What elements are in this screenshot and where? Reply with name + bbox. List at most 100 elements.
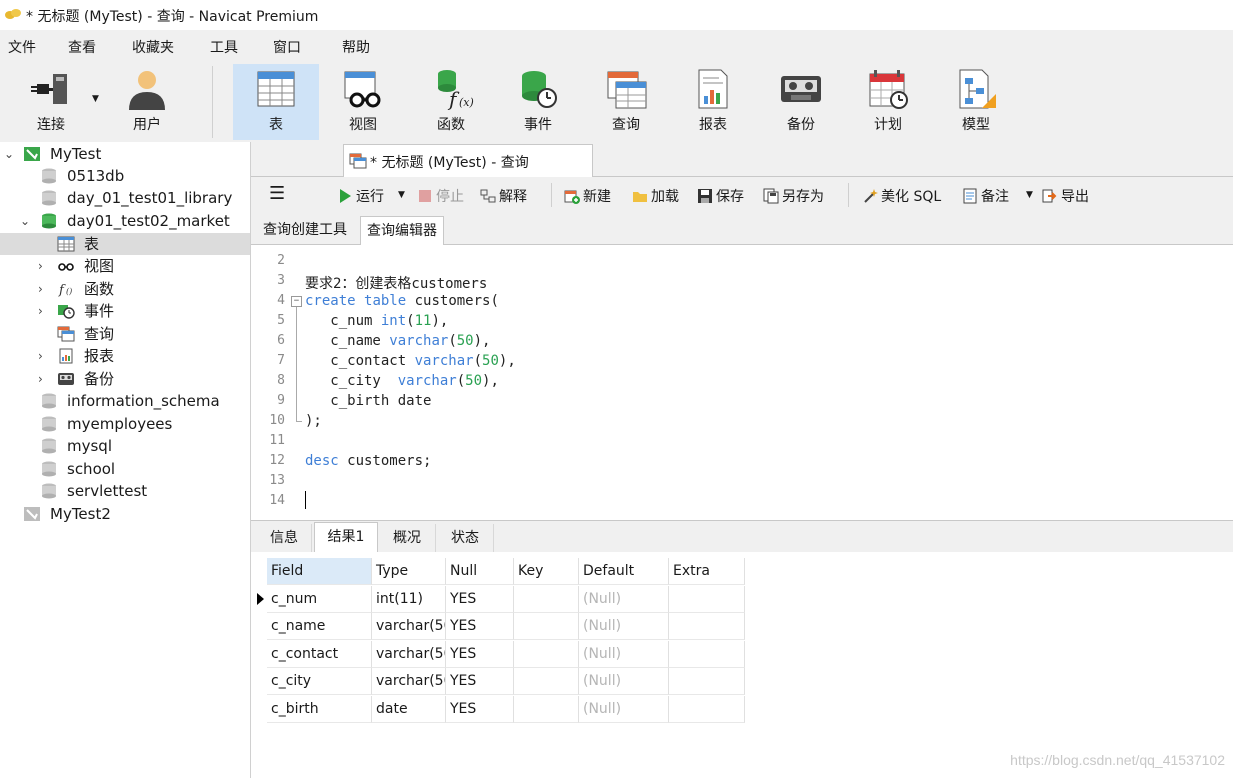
export-button[interactable]: 导出 — [1042, 186, 1089, 206]
view-button[interactable]: 视图 — [320, 64, 406, 140]
comment-button[interactable]: 备注 — [962, 186, 1009, 206]
tab-profile[interactable]: 概况 — [379, 524, 436, 552]
menu-help[interactable]: 帮助 — [342, 37, 370, 57]
menu-view[interactable]: 查看 — [68, 37, 96, 57]
table-cell[interactable]: c_birth — [267, 696, 372, 723]
run-dropdown-icon[interactable]: ▼ — [398, 190, 405, 200]
table-cell[interactable]: c_contact — [267, 641, 372, 668]
table-cell[interactable]: YES — [446, 641, 514, 668]
table-cell[interactable] — [669, 613, 745, 640]
new-button[interactable]: 新建 — [564, 186, 611, 206]
beautify-sql-button[interactable]: 美化 SQL — [862, 186, 941, 206]
function-button[interactable]: f (x) 函数 — [408, 64, 494, 140]
run-button[interactable]: 运行 — [337, 186, 384, 206]
menu-file[interactable]: 文件 — [8, 37, 36, 57]
expand-arrow-icon[interactable]: › — [38, 278, 43, 300]
table-button[interactable]: 表 — [233, 64, 319, 140]
table-cell[interactable]: c_city — [267, 668, 372, 695]
save-button[interactable]: 保存 — [697, 186, 744, 206]
menu-tools[interactable]: 工具 — [210, 37, 238, 57]
query-document-tab[interactable]: * 无标题 (MyTest) - 查询 — [343, 144, 593, 177]
table-cell[interactable] — [669, 668, 745, 695]
hamburger-menu-icon[interactable]: ☰ — [269, 183, 285, 204]
table-cell[interactable]: (Null) — [579, 641, 669, 668]
tab-query-editor[interactable]: 查询编辑器 — [360, 216, 444, 246]
column-header-key[interactable]: Key — [514, 558, 579, 585]
expand-arrow-icon[interactable]: › — [38, 255, 43, 277]
table-cell[interactable]: varchar(50) — [372, 641, 446, 668]
load-button[interactable]: 加载 — [632, 186, 679, 206]
collapse-arrow-icon[interactable]: ⌄ — [20, 210, 30, 232]
table-cell[interactable] — [514, 613, 579, 640]
column-header-null[interactable]: Null — [446, 558, 514, 585]
tab-result1[interactable]: 结果1 — [314, 522, 378, 554]
column-header-default[interactable]: Default — [579, 558, 669, 585]
sql-editor[interactable]: 2 3 4 5 6 7 8 9 10 11 12 13 14 − 要求2：创建表… — [251, 245, 1233, 517]
tree-db-library[interactable]: day_01_test01_library — [0, 187, 250, 209]
save-as-button[interactable]: 另存为 — [763, 186, 824, 206]
tree-db-market[interactable]: ⌄ day01_test02_market — [0, 210, 250, 232]
connect-button[interactable]: 连接 — [8, 64, 94, 140]
table-cell[interactable]: (Null) — [579, 613, 669, 640]
tree-node-reports[interactable]: › 报表 — [0, 345, 250, 367]
fold-toggle-icon[interactable]: − — [291, 296, 302, 307]
table-cell[interactable] — [514, 668, 579, 695]
tree-node-events[interactable]: › 事件 — [0, 300, 250, 322]
tab-info[interactable]: 信息 — [257, 524, 312, 552]
tree-node-tables[interactable]: 表 — [0, 233, 250, 255]
table-cell[interactable]: c_num — [267, 586, 372, 613]
stop-button[interactable]: 停止 — [417, 186, 464, 206]
tree-node-functions[interactable]: › f() 函数 — [0, 278, 250, 300]
explain-button[interactable]: 解释 — [480, 186, 527, 206]
connect-dropdown-icon[interactable]: ▼ — [92, 94, 99, 104]
table-cell[interactable]: varchar(50) — [372, 613, 446, 640]
table-cell[interactable] — [514, 586, 579, 613]
table-cell[interactable]: c_name — [267, 613, 372, 640]
table-cell[interactable]: YES — [446, 668, 514, 695]
tree-node-views[interactable]: › 视图 — [0, 255, 250, 277]
table-cell[interactable] — [669, 586, 745, 613]
tree-connection-mytest[interactable]: ⌄ MyTest — [0, 143, 250, 165]
table-cell[interactable]: (Null) — [579, 696, 669, 723]
column-header-field[interactable]: Field — [267, 558, 372, 585]
table-cell[interactable]: int(11) — [372, 586, 446, 613]
table-cell[interactable]: YES — [446, 586, 514, 613]
schedule-button[interactable]: 计划 — [845, 64, 931, 140]
user-button[interactable]: 用户 — [104, 64, 190, 140]
tree-node-queries[interactable]: 查询 — [0, 323, 250, 345]
expand-arrow-icon[interactable]: › — [38, 368, 43, 390]
tree-connection-mytest2[interactable]: MyTest2 — [0, 503, 250, 525]
tree-node-backups[interactable]: › 备份 — [0, 368, 250, 390]
comment-dropdown-icon[interactable]: ▼ — [1026, 190, 1033, 200]
tree-db-school[interactable]: school — [0, 458, 250, 480]
backup-button[interactable]: 备份 — [758, 64, 844, 140]
report-button[interactable]: 报表 — [670, 64, 756, 140]
tree-db-servlettest[interactable]: servlettest — [0, 480, 250, 502]
tree-db-myemployees[interactable]: myemployees — [0, 413, 250, 435]
tree-db-0513db[interactable]: 0513db — [0, 165, 250, 187]
table-cell[interactable] — [669, 641, 745, 668]
tab-status[interactable]: 状态 — [437, 524, 494, 552]
table-cell[interactable]: varchar(50) — [372, 668, 446, 695]
menu-window[interactable]: 窗口 — [273, 37, 301, 57]
table-cell[interactable] — [669, 696, 745, 723]
table-cell[interactable]: date — [372, 696, 446, 723]
model-button[interactable]: 模型 — [933, 64, 1019, 140]
tree-db-information-schema[interactable]: information_schema — [0, 390, 250, 412]
table-cell[interactable]: YES — [446, 696, 514, 723]
column-header-extra[interactable]: Extra — [669, 558, 745, 585]
table-cell[interactable] — [514, 696, 579, 723]
event-button[interactable]: 事件 — [495, 64, 581, 140]
tab-query-builder[interactable]: 查询创建工具 — [257, 216, 353, 244]
tree-db-mysql[interactable]: mysql — [0, 435, 250, 457]
expand-arrow-icon[interactable]: › — [38, 300, 43, 322]
column-header-type[interactable]: Type — [372, 558, 446, 585]
table-cell[interactable] — [514, 641, 579, 668]
collapse-arrow-icon[interactable]: ⌄ — [4, 143, 14, 165]
expand-arrow-icon[interactable]: › — [38, 345, 43, 367]
query-button[interactable]: 查询 — [583, 64, 669, 140]
table-cell[interactable]: (Null) — [579, 586, 669, 613]
table-cell[interactable]: YES — [446, 613, 514, 640]
table-cell[interactable]: (Null) — [579, 668, 669, 695]
menu-favorites[interactable]: 收藏夹 — [132, 37, 174, 57]
